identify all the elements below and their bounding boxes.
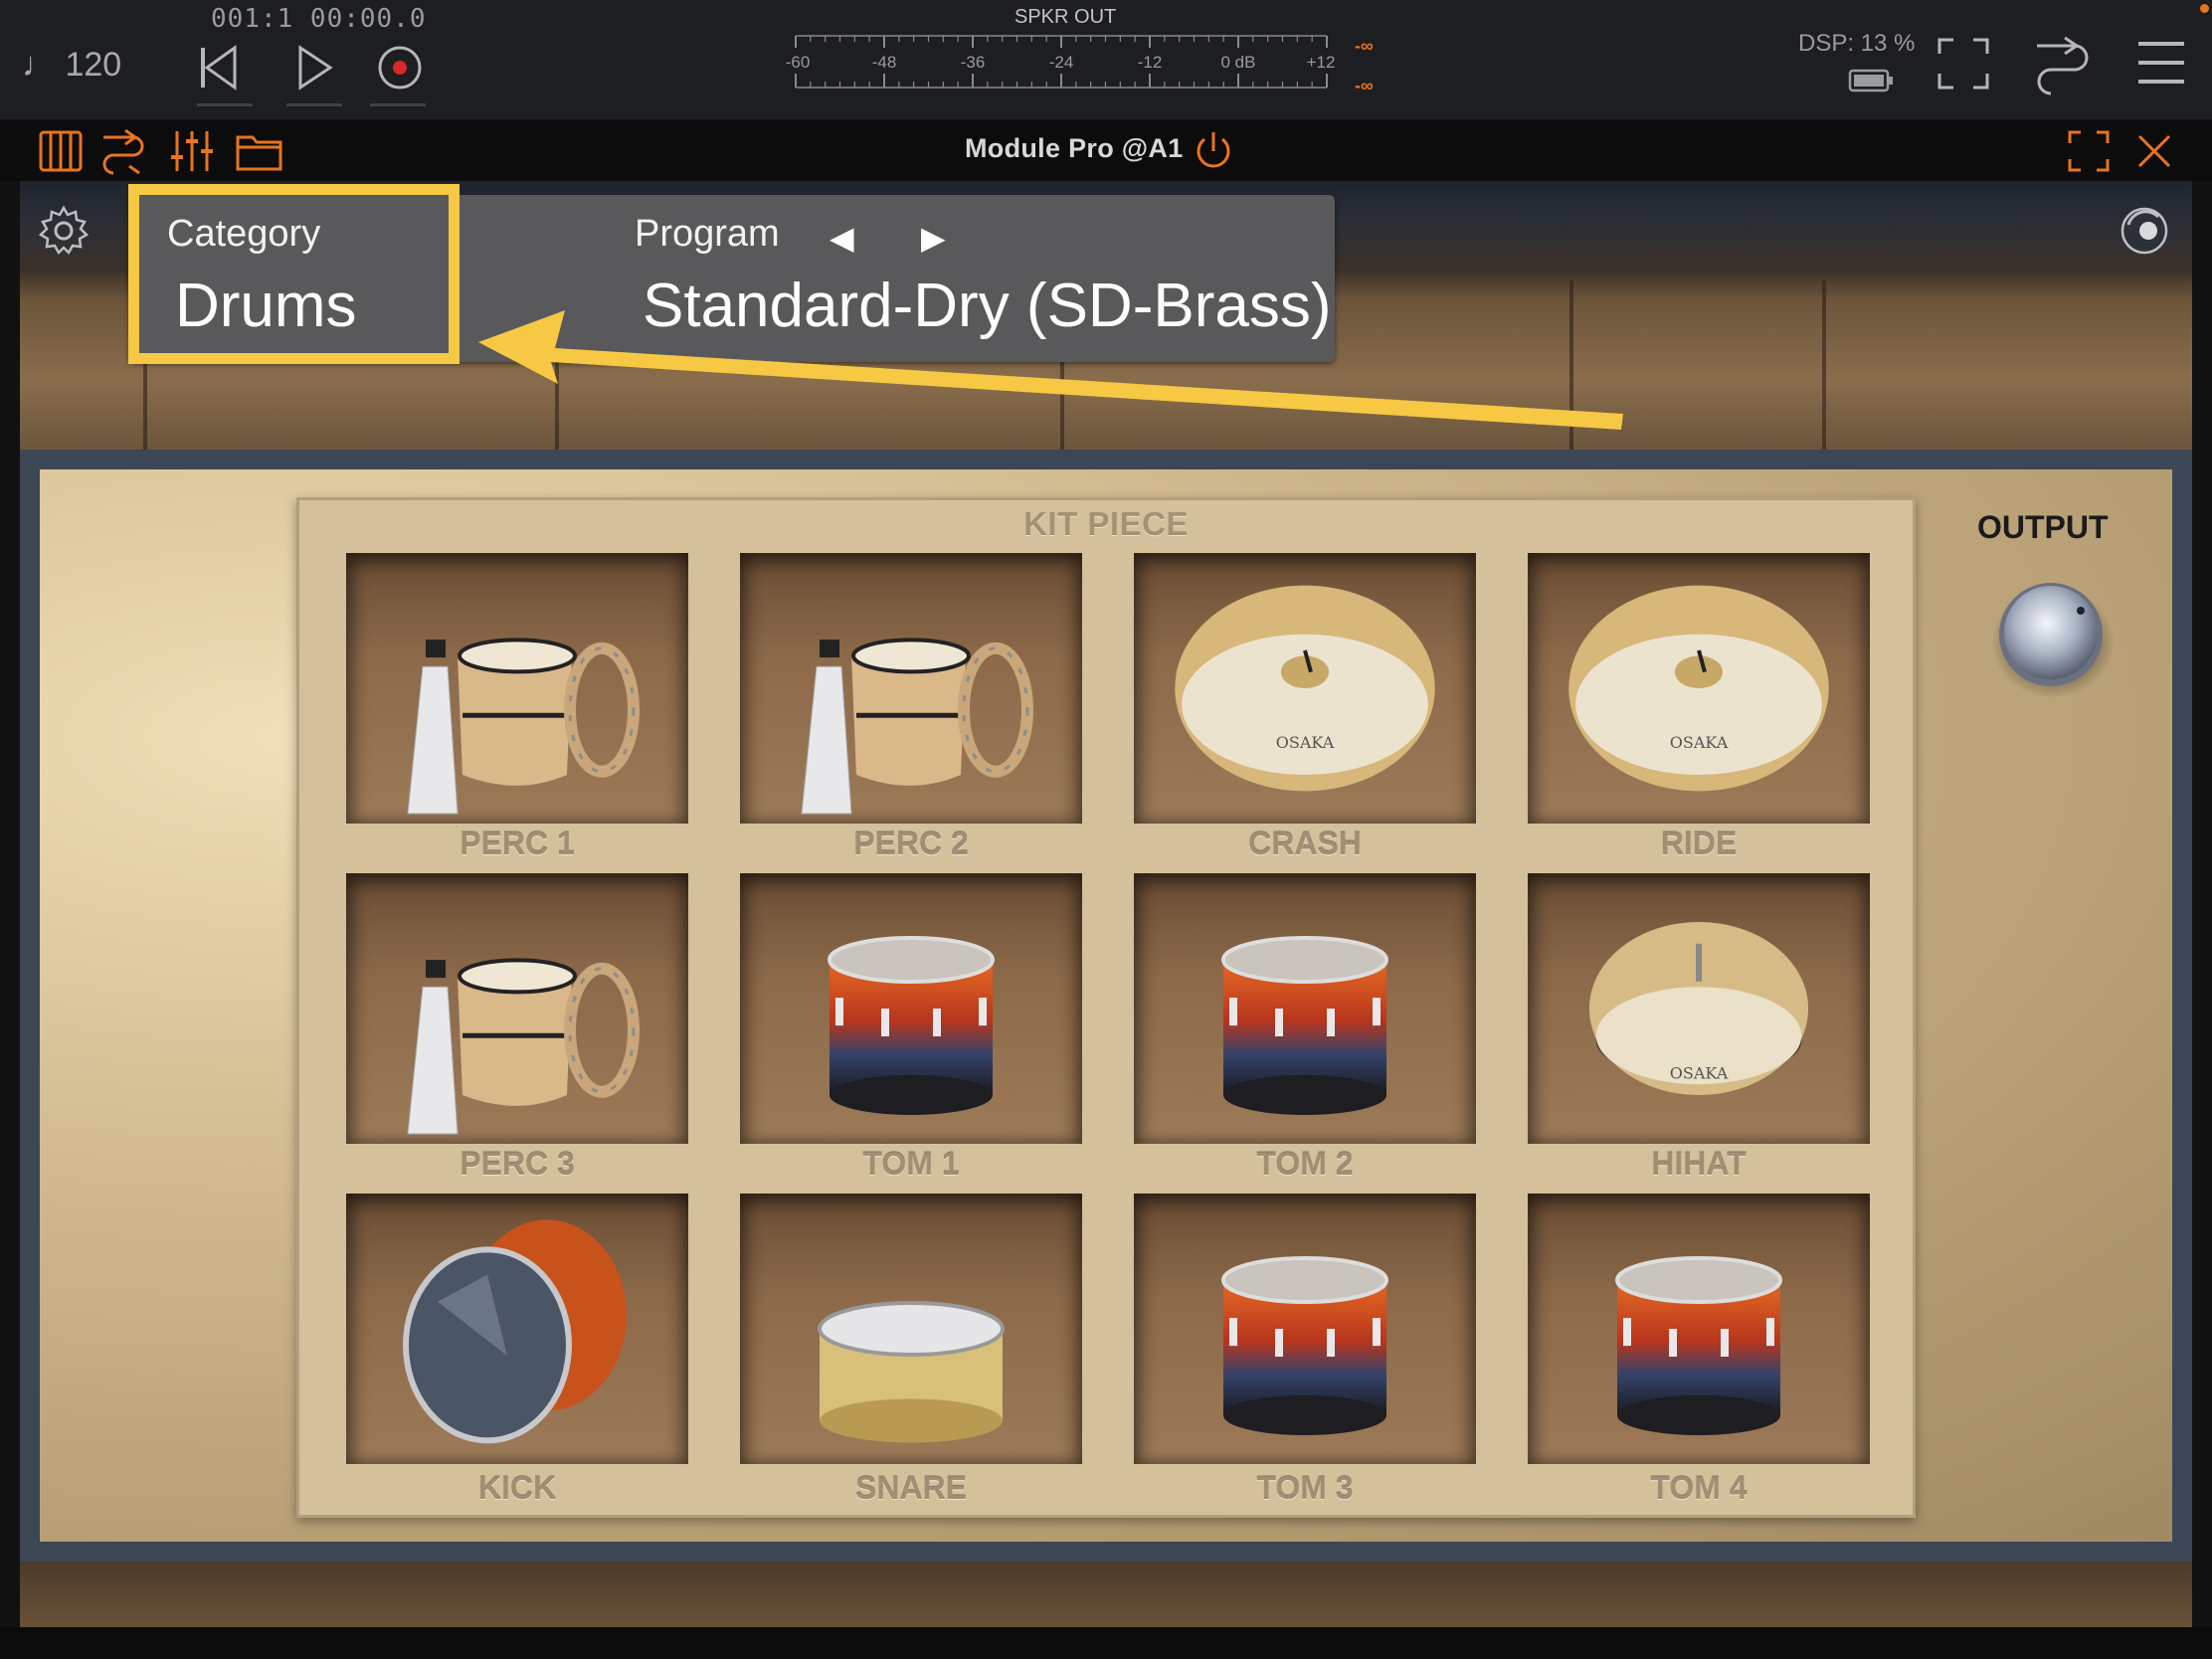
kit-piece-label: TOM 3 <box>1256 1470 1354 1506</box>
rewind-button[interactable] <box>189 38 249 97</box>
percussion-icon <box>346 553 688 829</box>
snare-drum-icon <box>740 1194 1082 1469</box>
meter-tick-label: -12 <box>1138 53 1163 72</box>
meter-tick-label: -36 <box>961 53 986 72</box>
prev-program-button[interactable]: ◀ <box>830 219 854 257</box>
footer-wood <box>20 1562 2192 1627</box>
drum-icon <box>740 873 1082 1149</box>
drum-icon <box>1134 873 1476 1149</box>
kit-piece-label: CRASH <box>1248 826 1362 861</box>
meter-peak-top: -∞ <box>1355 36 1374 56</box>
percussion-icon <box>346 873 688 1149</box>
tempo-display[interactable]: ♩ 120 <box>22 46 121 85</box>
output-knob[interactable] <box>1985 575 2119 698</box>
kit-piece-label: TOM 4 <box>1650 1470 1748 1506</box>
kit-piece-label: TOM 1 <box>862 1146 960 1182</box>
kit-slot-tom-3[interactable] <box>1134 1194 1476 1464</box>
record-underline <box>370 103 426 106</box>
position-counter: 001:1 00:00.0 <box>211 4 427 34</box>
program-selector[interactable]: Standard-Dry (SD-Brass) <box>643 271 1331 341</box>
svg-text:OSAKA: OSAKA <box>1276 733 1335 752</box>
meter-tick-label: 0 dB <box>1221 53 1256 72</box>
keyboard-icon[interactable] <box>38 129 84 173</box>
kit-slot-hihat[interactable]: OSAKA <box>1528 873 1870 1144</box>
output-label: OUTPUT <box>1977 509 2109 545</box>
program-label: Program <box>635 213 780 255</box>
expand-icon[interactable] <box>2067 129 2111 173</box>
kit-slot-kick[interactable] <box>346 1194 688 1464</box>
routing-small-icon[interactable] <box>99 127 149 175</box>
settings-gear-icon[interactable] <box>38 205 90 257</box>
drum-icon <box>1528 1194 1870 1469</box>
kit-piece-label: PERC 2 <box>853 826 969 861</box>
record-icon <box>378 46 422 90</box>
kit-piece-label: PERC 1 <box>460 826 575 861</box>
kit-slot-snare[interactable] <box>740 1194 1082 1464</box>
fullscreen-icon[interactable] <box>1936 36 1991 92</box>
play-underline <box>286 103 342 106</box>
meter-tick-label: -24 <box>1049 53 1074 72</box>
kit-piece-title: KIT PIECE <box>1023 505 1189 542</box>
percussion-icon <box>740 553 1082 829</box>
view-toggle-icon[interactable] <box>2119 205 2170 257</box>
category-highlight-box <box>128 184 460 364</box>
play-button[interactable] <box>284 38 344 97</box>
svg-text:OSAKA: OSAKA <box>1670 733 1729 752</box>
kit-slot-ride[interactable]: OSAKA <box>1528 553 1870 824</box>
knob-indicator <box>2077 607 2085 615</box>
kit-slot-crash[interactable]: OSAKA <box>1134 553 1476 824</box>
kit-slot-perc-3[interactable] <box>346 873 688 1144</box>
meter-title: SPKR OUT <box>1014 6 1117 28</box>
plugin-title: Module Pro @A1 <box>965 133 1184 163</box>
hihat-icon: OSAKA <box>1528 873 1870 1149</box>
meter-peak-bottom: -∞ <box>1355 76 1374 95</box>
kit-slot-perc-2[interactable] <box>740 553 1082 824</box>
kit-slot-perc-1[interactable] <box>346 553 688 824</box>
plank-seam <box>1822 280 1826 450</box>
play-icon <box>298 45 333 91</box>
close-icon[interactable] <box>2134 131 2174 171</box>
menu-icon[interactable] <box>2136 38 2186 88</box>
mixer-icon[interactable] <box>167 127 217 175</box>
status-dot <box>2200 4 2209 13</box>
kit-piece-label: RIDE <box>1660 826 1738 861</box>
kit-piece-label: PERC 3 <box>460 1146 575 1182</box>
folder-icon[interactable] <box>235 129 284 173</box>
plank-seam <box>1569 280 1573 450</box>
cymbal-icon: OSAKA <box>1528 553 1870 829</box>
kit-slot-tom-4[interactable] <box>1528 1194 1870 1464</box>
footer-bar <box>0 1627 2212 1659</box>
meter-tick-label: -48 <box>872 53 897 72</box>
rewind-underline <box>197 103 253 106</box>
dsp-readout: DSP: 13 % <box>1798 30 1916 57</box>
transport-bar: ♩ 120 001:1 00:00.0 SPKR OUT -60 -48 -36 -2… <box>0 0 2212 120</box>
meter-tick-label: +12 <box>1307 53 1336 72</box>
level-meter: -60 -48 -36 -24 -12 0 dB +12 <box>786 35 1336 89</box>
kit-slot-tom-1[interactable] <box>740 873 1082 1144</box>
power-icon[interactable] <box>1192 129 1235 173</box>
meter-ticks: -60 -48 -36 -24 -12 0 dB +12 <box>786 35 1336 89</box>
next-program-button[interactable]: ▶ <box>921 219 946 257</box>
kit-piece-label: HIHAT <box>1651 1146 1747 1182</box>
meter-tick-label: -60 <box>786 53 810 72</box>
drum-icon <box>1134 1194 1476 1469</box>
kit-piece-label: KICK <box>477 1470 557 1506</box>
svg-text:OSAKA: OSAKA <box>1670 1064 1729 1083</box>
record-button[interactable] <box>370 38 430 97</box>
kick-drum-icon <box>346 1194 688 1469</box>
kit-slot-tom-2[interactable] <box>1134 873 1476 1144</box>
cymbal-icon: OSAKA <box>1134 553 1476 829</box>
kit-piece-label: TOM 2 <box>1256 1146 1354 1182</box>
battery-icon <box>1848 69 1893 92</box>
rewind-icon <box>201 45 237 91</box>
kit-piece-label: SNARE <box>854 1470 967 1506</box>
routing-icon[interactable] <box>2031 32 2095 95</box>
